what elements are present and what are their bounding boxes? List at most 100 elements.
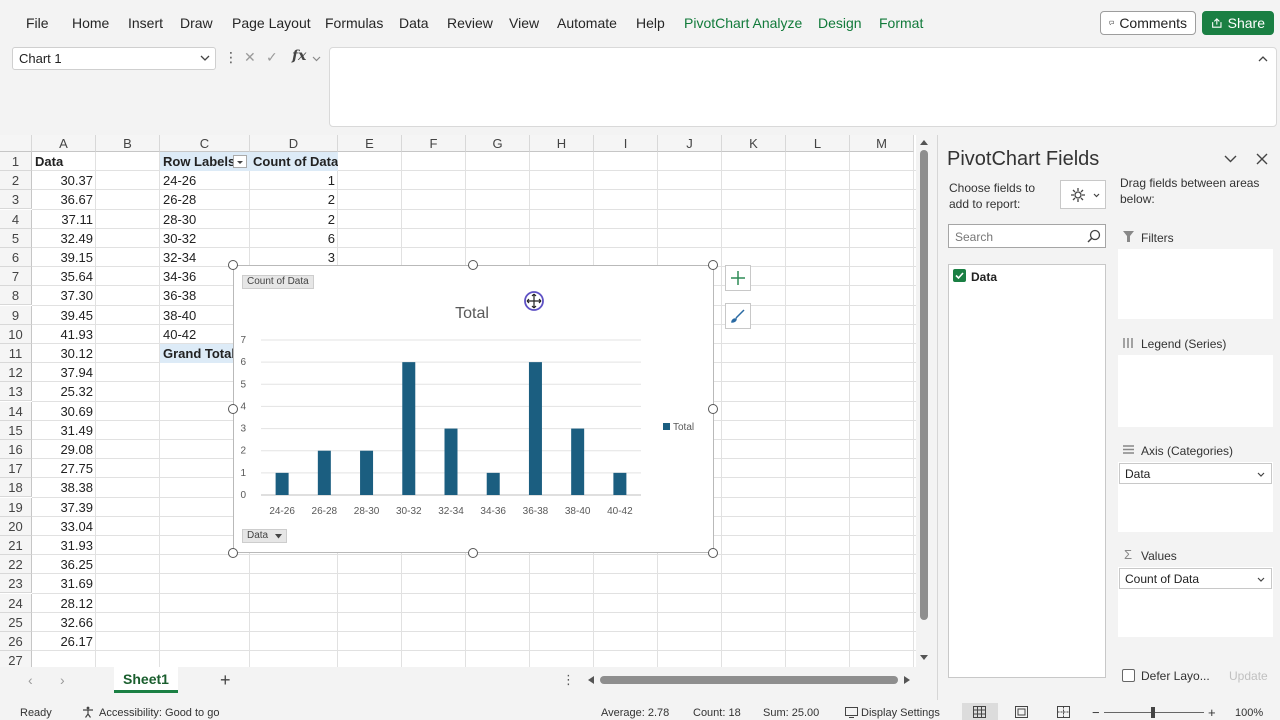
cell-a13[interactable]: 25.32 <box>32 382 96 401</box>
cell-a14[interactable]: 30.69 <box>32 402 96 421</box>
formula-input[interactable] <box>329 47 1277 127</box>
insert-function-icon[interactable]: fx <box>292 48 306 64</box>
column-header-a[interactable]: A <box>32 135 96 152</box>
values-field-button[interactable]: Count of Data <box>242 275 314 289</box>
resize-handle-bl[interactable] <box>228 548 238 558</box>
cell-a3[interactable]: 36.67 <box>32 190 96 209</box>
scroll-left-icon[interactable] <box>588 676 594 684</box>
cell-c5[interactable]: 30-32 <box>160 229 250 248</box>
vertical-scrollbar[interactable] <box>916 135 932 667</box>
tab-design[interactable]: Design <box>818 15 862 31</box>
resize-handle-l[interactable] <box>228 404 238 414</box>
row-header-10[interactable]: 10 <box>0 324 32 344</box>
page-break-view-icon[interactable] <box>1057 706 1070 718</box>
chart-styles-button[interactable] <box>725 303 751 329</box>
column-header-l[interactable]: L <box>786 135 850 152</box>
row-header-5[interactable]: 5 <box>0 228 32 248</box>
cell-a19[interactable]: 37.39 <box>32 498 96 517</box>
row-header-26[interactable]: 26 <box>0 632 32 651</box>
column-header-i[interactable]: I <box>594 135 658 152</box>
bar-24-26[interactable] <box>275 472 289 495</box>
cell-a6[interactable]: 39.15 <box>32 248 96 267</box>
row-labels-filter-icon[interactable] <box>233 155 247 168</box>
row-header-8[interactable]: 8 <box>0 286 32 306</box>
field-search-input[interactable]: Search <box>948 224 1106 248</box>
page-layout-view-icon[interactable] <box>1015 706 1028 718</box>
cell-a25[interactable]: 32.66 <box>32 613 96 632</box>
tab-help[interactable]: Help <box>636 15 665 31</box>
display-settings[interactable]: Display Settings <box>861 707 940 719</box>
row-header-15[interactable]: 15 <box>0 420 32 440</box>
bar-34-36[interactable] <box>486 472 500 495</box>
more-options-icon[interactable]: ⋮ <box>224 49 238 66</box>
field-checkbox-data[interactable] <box>953 269 966 282</box>
normal-view-button[interactable] <box>962 703 998 720</box>
cell-a16[interactable]: 29.08 <box>32 440 96 459</box>
cell-a8[interactable]: 37.30 <box>32 286 96 305</box>
row-header-21[interactable]: 21 <box>0 536 32 555</box>
cell-a9[interactable]: 39.45 <box>32 306 96 325</box>
bar-28-30[interactable] <box>360 450 374 495</box>
row-header-20[interactable]: 20 <box>0 516 32 536</box>
sheet-tab-sheet1[interactable]: Sheet1 <box>114 667 178 693</box>
cell-a23[interactable]: 31.69 <box>32 574 96 593</box>
tab-format[interactable]: Format <box>879 15 923 31</box>
cell-a11[interactable]: 30.12 <box>32 344 96 363</box>
column-header-c[interactable]: C <box>160 135 250 152</box>
accessibility-status[interactable]: Accessibility: Good to go <box>99 707 219 719</box>
cell-d3[interactable]: 2 <box>250 190 338 209</box>
row-header-25[interactable]: 25 <box>0 612 32 632</box>
update-button[interactable]: Update <box>1229 669 1268 683</box>
close-icon[interactable] <box>1256 153 1268 165</box>
chevron-up-icon[interactable] <box>1258 55 1268 62</box>
filters-area[interactable] <box>1118 249 1273 319</box>
cell-c4[interactable]: 28-30 <box>160 210 250 229</box>
scroll-up-icon[interactable] <box>920 139 928 145</box>
bar-32-34[interactable] <box>444 428 458 495</box>
tab-view[interactable]: View <box>509 15 539 31</box>
zoom-slider-thumb[interactable] <box>1151 707 1155 718</box>
cell-a18[interactable]: 38.38 <box>32 478 96 497</box>
resize-handle-tr[interactable] <box>708 260 718 270</box>
column-header-f[interactable]: F <box>402 135 466 152</box>
row-header-18[interactable]: 18 <box>0 478 32 498</box>
column-header-j[interactable]: J <box>658 135 722 152</box>
row-header-16[interactable]: 16 <box>0 440 32 459</box>
scroll-right-icon[interactable] <box>904 676 910 684</box>
row-header-13[interactable]: 13 <box>0 382 32 402</box>
chart-elements-button[interactable] <box>725 265 751 291</box>
cell-d4[interactable]: 2 <box>250 210 338 229</box>
column-header-e[interactable]: E <box>338 135 402 152</box>
row-header-4[interactable]: 4 <box>0 209 32 229</box>
row-header-11[interactable]: 11 <box>0 344 32 363</box>
cell-a26[interactable]: 26.17 <box>32 632 96 651</box>
cancel-icon[interactable]: ✕ <box>244 49 256 66</box>
row-header-22[interactable]: 22 <box>0 555 32 575</box>
comments-button[interactable]: Comments <box>1100 11 1196 35</box>
cell-a21[interactable]: 31.93 <box>32 536 96 555</box>
tab-pivotchart-analyze[interactable]: PivotChart Analyze <box>684 15 802 31</box>
cell-a24[interactable]: 28.12 <box>32 594 96 613</box>
prev-sheet-icon[interactable]: ‹ <box>28 672 33 688</box>
column-header-k[interactable]: K <box>722 135 786 152</box>
bar-36-38[interactable] <box>528 362 542 495</box>
tab-page-layout[interactable]: Page Layout <box>232 15 311 31</box>
legend-label[interactable]: Total <box>673 422 694 433</box>
row-header-27[interactable]: 27 <box>0 651 32 667</box>
cell-a5[interactable]: 32.49 <box>32 229 96 248</box>
cell-d5[interactable]: 6 <box>250 229 338 248</box>
cell-a15[interactable]: 31.49 <box>32 421 96 440</box>
enter-icon[interactable]: ✓ <box>266 49 278 66</box>
column-header-h[interactable]: H <box>530 135 594 152</box>
bar-40-42[interactable] <box>613 472 627 495</box>
zoom-in-button[interactable]: + <box>1208 705 1216 720</box>
status-count[interactable]: Count: 18 <box>693 707 741 719</box>
row-header-19[interactable]: 19 <box>0 497 32 517</box>
chart-title[interactable]: Total <box>455 305 489 322</box>
tab-home[interactable]: Home <box>72 15 109 31</box>
cell-a4[interactable]: 37.11 <box>32 210 96 229</box>
row-header-17[interactable]: 17 <box>0 459 32 479</box>
resize-handle-t[interactable] <box>468 260 478 270</box>
bar-38-40[interactable] <box>571 428 585 495</box>
row-header-2[interactable]: 2 <box>0 171 32 191</box>
